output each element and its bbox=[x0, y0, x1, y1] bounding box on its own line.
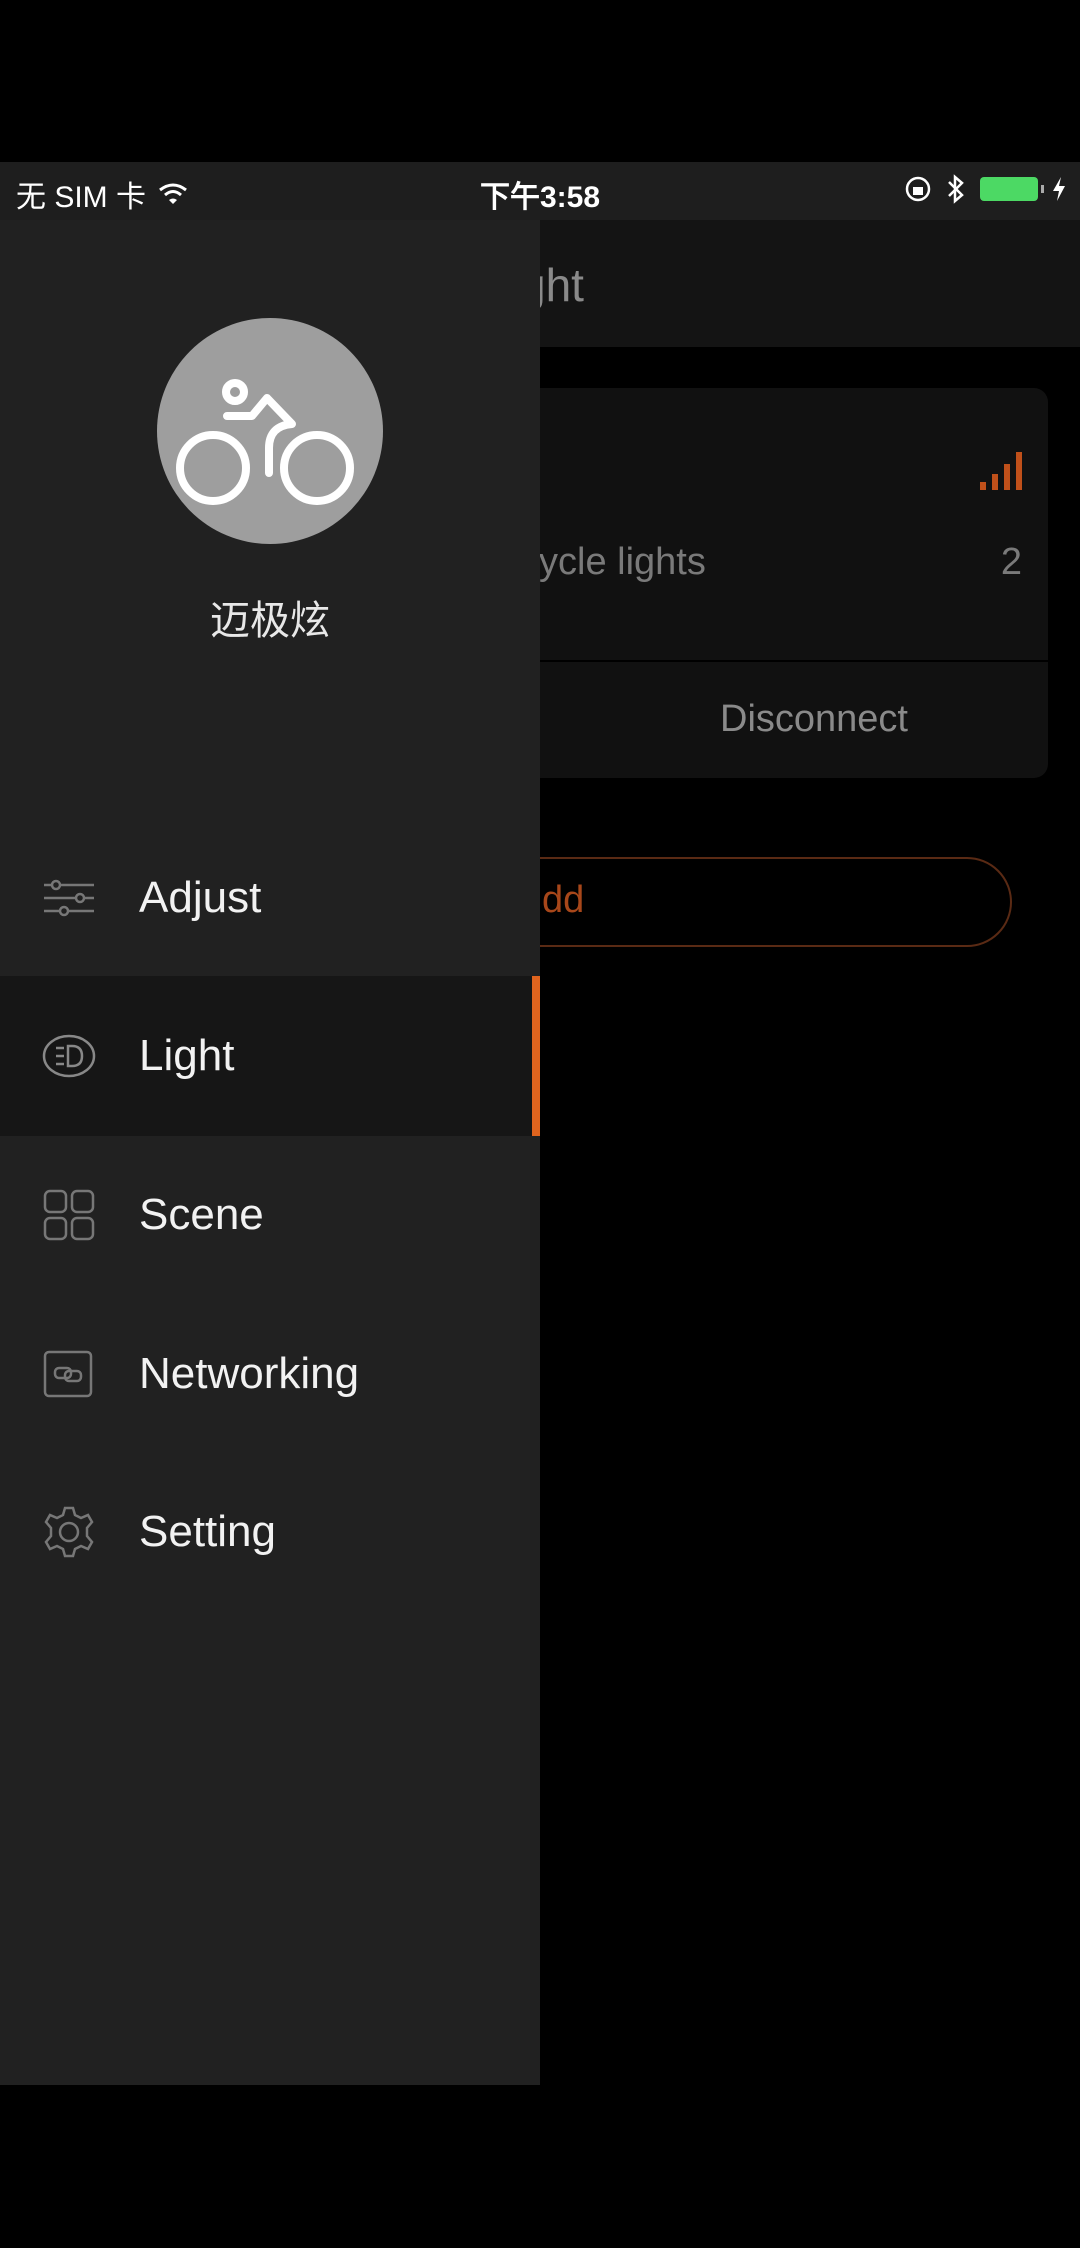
add-button[interactable]: dd bbox=[480, 857, 1012, 947]
disconnect-button[interactable]: Disconnect bbox=[520, 660, 1048, 778]
menu-item-label: Light bbox=[139, 1031, 235, 1080]
signal-icon bbox=[980, 452, 1022, 490]
cyclist-icon bbox=[176, 379, 354, 505]
side-drawer: 迈极炫 Adjust Light Scene Networking Settin… bbox=[0, 220, 540, 2085]
menu-item-setting[interactable]: Setting bbox=[0, 1452, 540, 1612]
bluetooth-icon bbox=[948, 174, 964, 204]
user-name: 迈极炫 bbox=[210, 599, 330, 643]
menu-item-adjust[interactable]: Adjust bbox=[0, 818, 540, 978]
menu-item-label: Setting bbox=[139, 1507, 276, 1556]
sliders-icon bbox=[44, 879, 94, 917]
grid-icon bbox=[43, 1189, 95, 1241]
lights-count: 2 bbox=[1000, 541, 1022, 583]
menu-item-scene[interactable]: Scene bbox=[0, 1135, 540, 1295]
add-button-label: dd bbox=[542, 879, 585, 921]
device-card[interactable]: cycle lights 2 Disconnect bbox=[520, 388, 1048, 778]
rotation-lock-icon bbox=[905, 176, 931, 202]
lights-label: cycle lights bbox=[520, 541, 706, 583]
active-indicator bbox=[532, 976, 540, 1136]
gear-icon bbox=[44, 1506, 94, 1558]
status-bar: 无 SIM 卡 下午3:58 bbox=[0, 162, 1080, 220]
menu-item-label: Scene bbox=[139, 1190, 264, 1239]
led-icon bbox=[42, 1034, 96, 1078]
menu-item-networking[interactable]: Networking bbox=[0, 1294, 540, 1454]
header: ght bbox=[520, 220, 1080, 347]
network-icon bbox=[43, 1350, 93, 1398]
battery-icon bbox=[980, 177, 1044, 201]
menu-item-label: Adjust bbox=[139, 873, 262, 922]
menu-item-light[interactable]: Light bbox=[0, 976, 540, 1136]
avatar[interactable] bbox=[157, 318, 383, 544]
charging-icon bbox=[1053, 177, 1065, 201]
menu-item-label: Networking bbox=[139, 1349, 360, 1398]
main-content: ght cycle lights 2 Disconnect dd bbox=[480, 220, 1080, 2085]
